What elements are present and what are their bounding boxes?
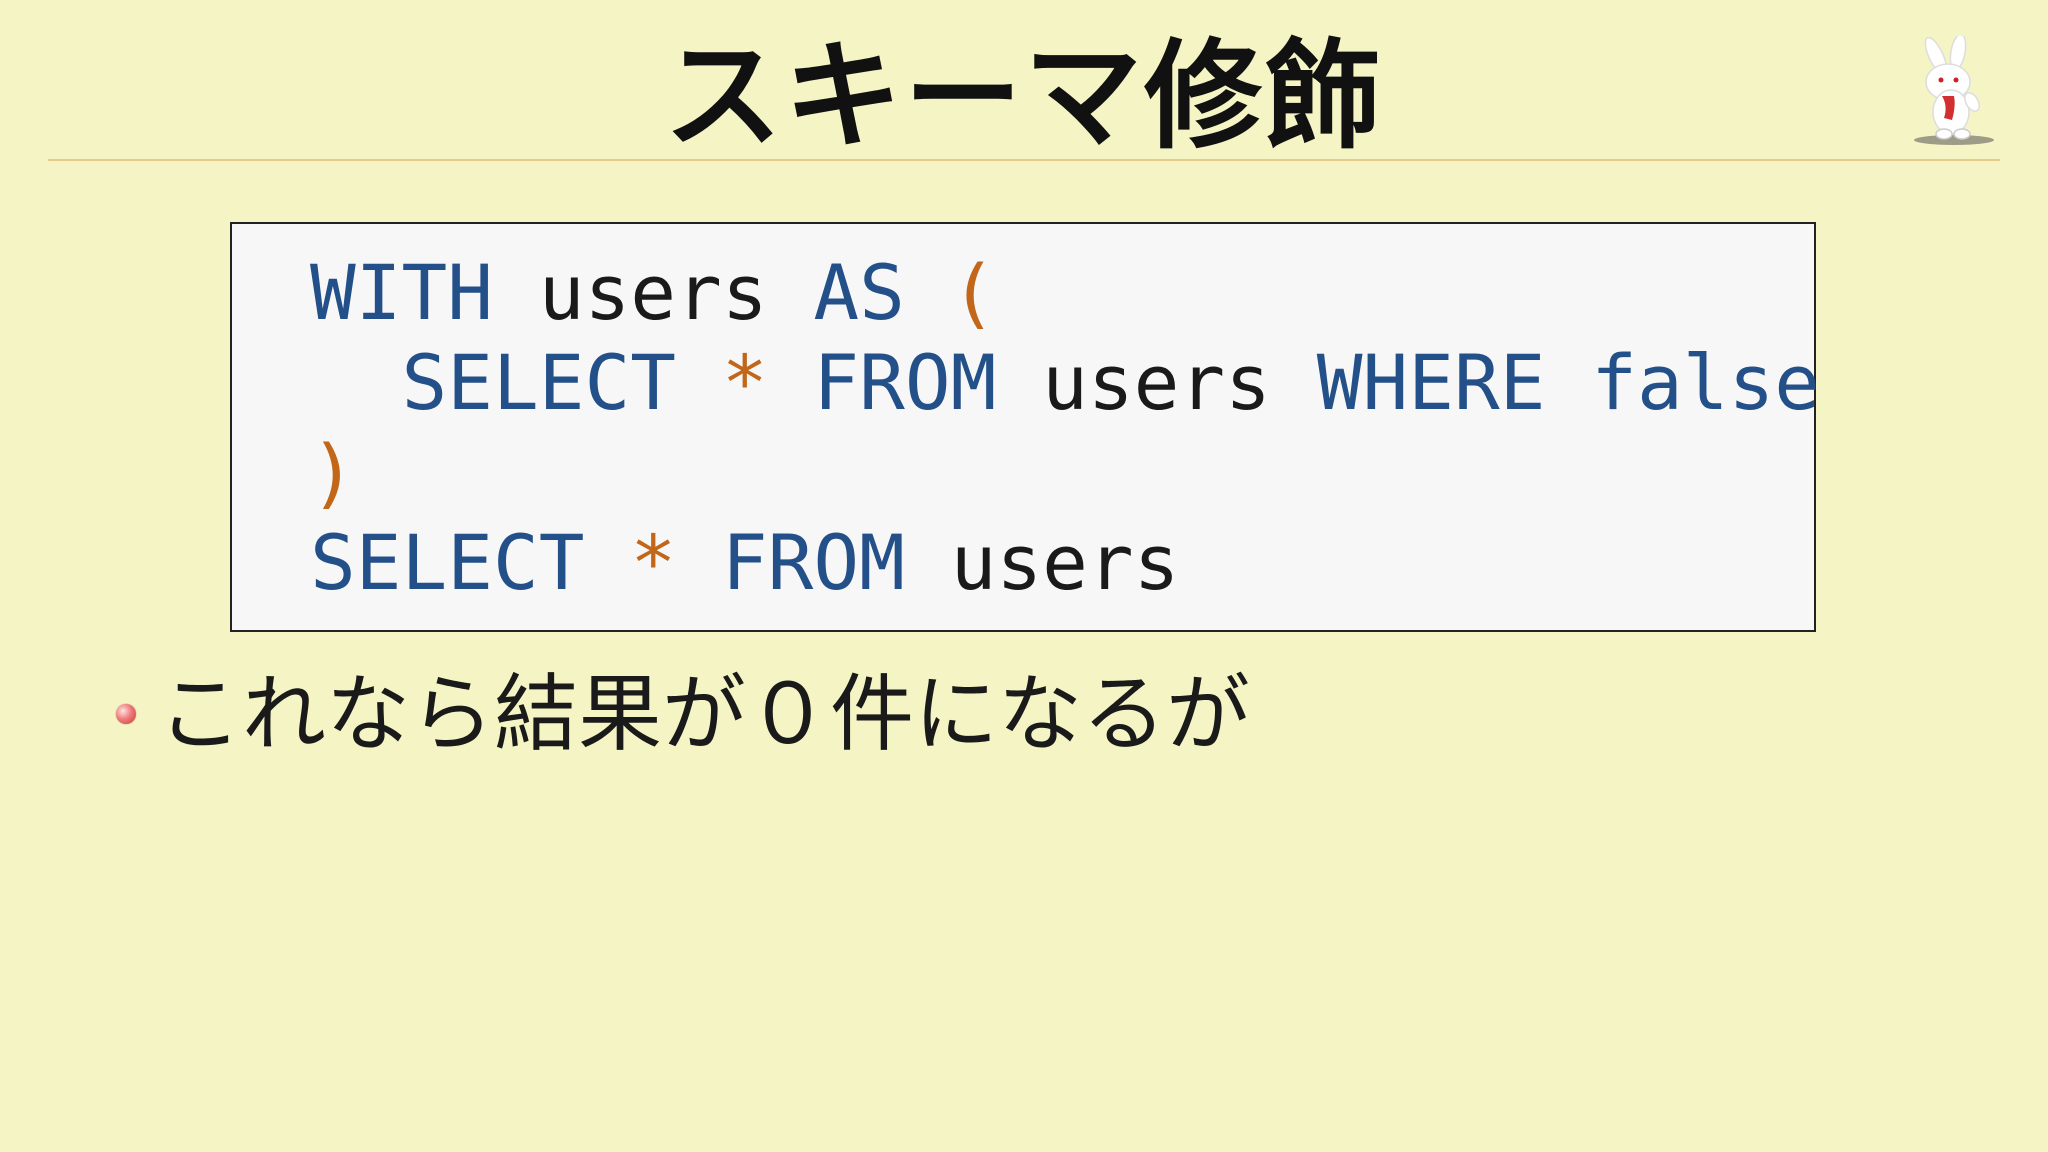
rabbit-mascot-icon: [1914, 36, 1994, 145]
code-identifier: [493, 248, 539, 337]
code-operator: *: [721, 338, 768, 427]
code-operator: ): [310, 428, 356, 517]
code-identifier: [585, 518, 631, 607]
code-identifier: [676, 338, 722, 427]
code-line: SELECT * FROM users WHERE false: [310, 338, 1821, 428]
slide-title: スキーマ修飾: [663, 27, 1384, 165]
code-identifier: [310, 338, 402, 427]
code-keyword: FROM: [721, 518, 905, 607]
code-identifier: [996, 338, 1042, 427]
code-keyword: AS: [813, 248, 905, 337]
title-divider: [48, 159, 2000, 161]
code-identifier: [1545, 338, 1591, 427]
code-keyword: SELECT: [310, 518, 585, 607]
code-identifier: users: [1042, 338, 1271, 427]
code-identifier: [768, 338, 814, 427]
code-identifier: users: [538, 248, 768, 337]
code-line: SELECT * FROM users: [310, 518, 1179, 608]
code-identifier: [768, 248, 814, 337]
code-identifier: [905, 518, 951, 607]
code-identifier: users: [950, 518, 1180, 607]
code-line: ): [310, 428, 356, 518]
code-operator: (: [950, 248, 997, 337]
slide: スキーマ修飾 WITH users AS ( SELECT * FROM use…: [0, 0, 2048, 1152]
code-keyword: FROM: [813, 338, 997, 427]
code-block: WITH users AS ( SELECT * FROM users WHER…: [230, 222, 1820, 632]
bullet-text: これなら結果が０件になるが: [158, 665, 1251, 763]
code-line: WITH users AS (: [310, 248, 996, 338]
code-identifier: [1271, 338, 1317, 427]
code-keyword: SELECT: [401, 338, 677, 427]
code-keyword: false: [1591, 338, 1821, 427]
code-identifier: [676, 518, 722, 607]
bullet-dot-icon: [116, 704, 136, 724]
code-operator: *: [630, 518, 677, 607]
code-identifier: [905, 248, 951, 337]
code-keyword: WITH: [310, 248, 494, 337]
code-keyword: WHERE: [1316, 338, 1546, 427]
